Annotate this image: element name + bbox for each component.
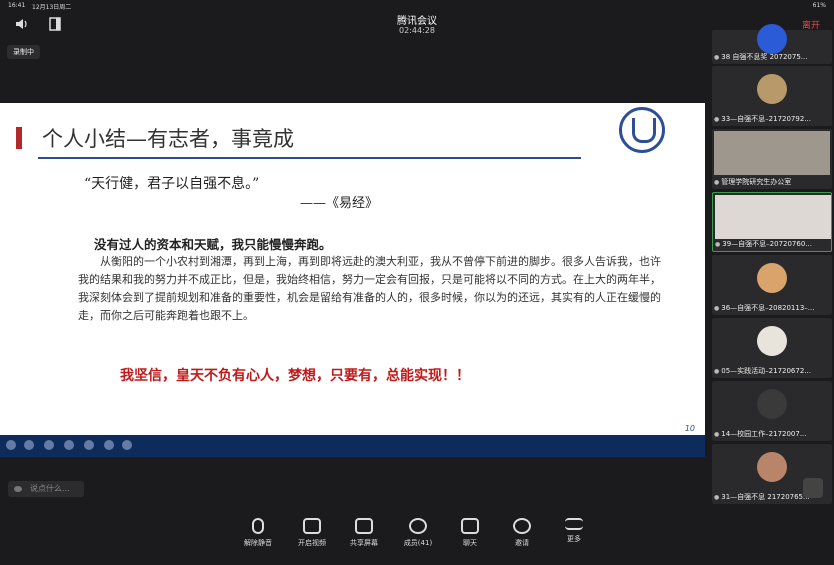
participant-tile[interactable]: 14—校园工作–2172007... xyxy=(712,381,832,441)
invite-button[interactable]: 邀请 xyxy=(502,518,542,548)
battery-level: 61% xyxy=(812,2,826,9)
toolbar-control-icon[interactable] xyxy=(122,440,132,450)
avatar xyxy=(757,263,787,293)
toolbar-control-icon[interactable] xyxy=(24,440,34,450)
participant-tile[interactable]: 39—自强不息–20720760... xyxy=(712,192,832,252)
chat-icon xyxy=(461,518,479,534)
slide-paragraph: 从衡阳的一个小农村到湘潭，再到上海，再到即将远赴的澳大利亚，我从不曾停下前进的脚… xyxy=(78,255,661,322)
invite-icon xyxy=(513,518,531,534)
camera-off-icon xyxy=(303,518,321,534)
share-screen-icon xyxy=(355,518,373,534)
toolbar-control-icon[interactable] xyxy=(6,440,16,450)
members-icon xyxy=(409,518,427,534)
slide-page-number: 10 xyxy=(684,424,695,433)
title-divider xyxy=(38,157,581,159)
participant-tile[interactable]: 管理学院研究生办公室 xyxy=(712,129,832,189)
menu-icon xyxy=(565,518,583,530)
members-label: 成员(41) xyxy=(403,539,433,547)
shared-slide: 个人小结—有志者，事竟成 “天行健，君子以自强不息。” ——《易经》 没有过人的… xyxy=(0,103,705,435)
video-feed xyxy=(714,131,830,175)
chat-label: 聊天 xyxy=(463,539,477,547)
meeting-timer: 02:44:28 xyxy=(399,26,435,35)
invite-label: 邀请 xyxy=(515,539,529,547)
more-label: 更多 xyxy=(567,535,581,543)
unmute-label: 解除静音 xyxy=(244,539,272,547)
participant-tile[interactable]: 05—实践活动–21720672... xyxy=(712,318,832,378)
presentation-toolbar xyxy=(0,435,705,457)
meeting-toolbar: 解除静音 开启视频 共享屏幕 成员(41) 聊天 邀请 更多 xyxy=(0,510,834,565)
start-video-label: 开启视频 xyxy=(298,539,326,547)
more-button[interactable]: 更多 xyxy=(554,518,594,544)
participant-name: 33—自强不息–21720792... xyxy=(714,114,832,124)
microphone-off-icon xyxy=(252,518,264,534)
status-time: 16:41 xyxy=(8,2,26,9)
chat-button[interactable]: 聊天 xyxy=(450,518,490,548)
avatar xyxy=(757,452,787,482)
fullscreen-icon[interactable] xyxy=(803,478,823,498)
avatar xyxy=(757,326,787,356)
university-logo xyxy=(619,107,665,153)
participant-tile[interactable]: 38 自强不息奖 2072075... xyxy=(712,24,832,64)
participant-name: 39—自强不息–20720760... xyxy=(715,239,833,249)
avatar xyxy=(757,24,787,54)
slide-title: 个人小结—有志者，事竟成 xyxy=(42,127,294,151)
slide-red-line: 我坚信，皇天不负有心人，梦想，只要有，总能实现！！ xyxy=(120,368,470,384)
participant-name: 管理学院研究生办公室 xyxy=(714,177,832,187)
quote-source: ——《易经》 xyxy=(300,196,379,211)
slide-quote: “天行健，君子以自强不息。” xyxy=(84,176,260,192)
start-video-button[interactable]: 开启视频 xyxy=(292,518,332,548)
video-icon[interactable] xyxy=(84,440,94,450)
unmute-button[interactable]: 解除静音 xyxy=(238,518,278,548)
participant-name: 38 自强不息奖 2072075... xyxy=(714,52,832,62)
video-feed xyxy=(715,195,831,239)
participant-tile[interactable]: 36—自强不息–20820113–... xyxy=(712,255,832,315)
slide-bold-line: 没有过人的资本和天赋，我只能慢慢奔跑。 xyxy=(94,237,332,252)
comment-icon[interactable] xyxy=(104,440,114,450)
share-screen-button[interactable]: 共享屏幕 xyxy=(344,518,384,548)
title-accent xyxy=(16,127,22,149)
share-screen-label: 共享屏幕 xyxy=(350,539,378,547)
pen-icon[interactable] xyxy=(44,440,54,450)
avatar xyxy=(757,74,787,104)
recording-badge[interactable]: 录制中 xyxy=(7,45,40,59)
participant-tile[interactable]: 33—自强不息–21720792... xyxy=(712,66,832,126)
participant-name: 36—自强不息–20820113–... xyxy=(714,303,832,313)
meeting-title[interactable]: 腾讯会议 xyxy=(0,12,834,27)
chat-input[interactable]: 说点什么... xyxy=(8,481,84,497)
avatar xyxy=(757,389,787,419)
meeting-header: 腾讯会议 02:44:28 离开 xyxy=(0,10,834,38)
participant-name: 05—实践活动–21720672... xyxy=(714,366,832,376)
members-button[interactable]: 成员(41) xyxy=(398,518,438,548)
add-icon[interactable] xyxy=(64,440,74,450)
status-bar: 16:41 12月13日周二 61% xyxy=(0,0,834,11)
participant-name: 14—校园工作–2172007... xyxy=(714,429,832,439)
